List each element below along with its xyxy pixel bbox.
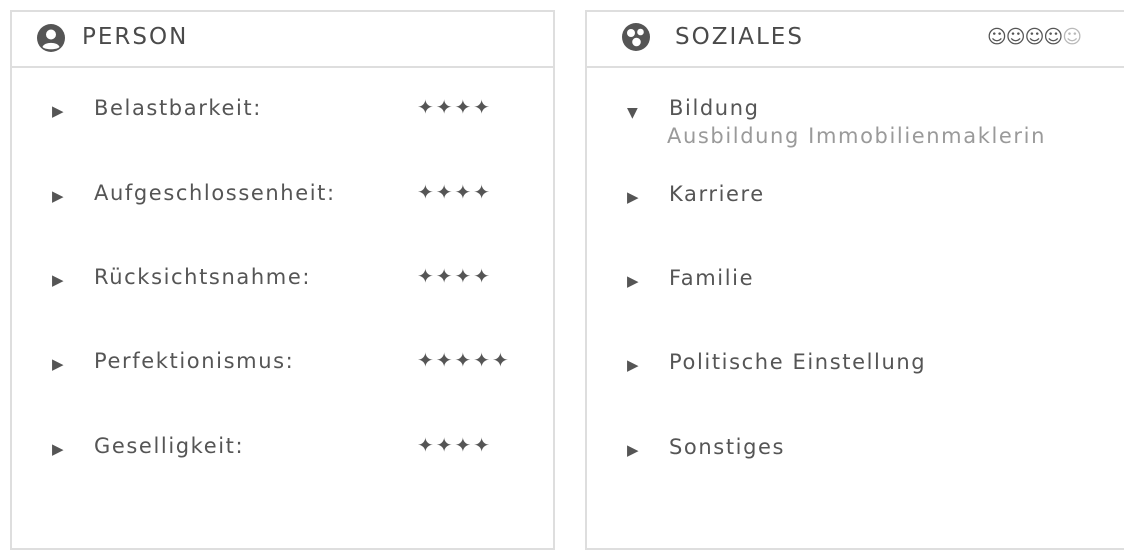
- trait-label: Aufgeschlossenheit:: [94, 181, 336, 205]
- expand-arrow-icon[interactable]: ▶: [52, 271, 64, 289]
- trait-star-rating: ✦✦✦✦: [417, 95, 493, 119]
- trait-star-rating: ✦✦✦✦: [417, 433, 493, 457]
- social-circles-icon: [622, 23, 650, 51]
- section-label: Sonstiges: [669, 435, 786, 459]
- trait-label: Rücksichtsnahme:: [94, 265, 312, 289]
- trait-label: Perfektionismus:: [94, 349, 295, 373]
- section-label: Bildung: [669, 96, 760, 120]
- section-detail-text: Ausbildung Immobilienmaklerin: [667, 124, 1047, 148]
- expand-arrow-icon[interactable]: ▶: [52, 440, 64, 458]
- collapse-arrow-icon[interactable]: ▼: [627, 105, 638, 121]
- expand-arrow-icon[interactable]: ▶: [627, 272, 639, 290]
- section-label: Karriere: [669, 182, 765, 206]
- person-panel-title: PERSON: [82, 24, 189, 50]
- trait-star-rating: ✦✦✦✦: [417, 264, 493, 288]
- expand-arrow-icon[interactable]: ▶: [627, 356, 639, 374]
- expand-arrow-icon[interactable]: ▶: [52, 355, 64, 373]
- expand-arrow-icon[interactable]: ▶: [627, 188, 639, 206]
- soziales-panel-title: SOZIALES: [675, 24, 804, 50]
- section-label: Familie: [669, 266, 755, 290]
- expand-arrow-icon[interactable]: ▶: [627, 441, 639, 459]
- trait-label: Belastbarkeit:: [94, 96, 262, 120]
- person-panel: PERSON ▶ Belastbarkeit: ✦✦✦✦ ▶ Aufgeschl…: [10, 10, 555, 550]
- social-smiley-rating: ☺☺☺☺☺: [987, 26, 1082, 48]
- soziales-panel-header: SOZIALES ☺☺☺☺☺: [587, 12, 1124, 68]
- trait-star-rating: ✦✦✦✦✦: [417, 348, 511, 372]
- section-label: Politische Einstellung: [669, 350, 927, 374]
- expand-arrow-icon[interactable]: ▶: [52, 102, 64, 120]
- expand-arrow-icon[interactable]: ▶: [52, 187, 64, 205]
- smiley-filled-icons: ☺☺☺☺: [987, 26, 1063, 48]
- soziales-panel: SOZIALES ☺☺☺☺☺ ▼ Bildung Ausbildung Immo…: [585, 10, 1124, 550]
- smiley-empty-icon: ☺: [1062, 26, 1082, 48]
- trait-label: Geselligkeit:: [94, 434, 245, 458]
- trait-star-rating: ✦✦✦✦: [417, 180, 493, 204]
- person-panel-header: PERSON: [12, 12, 553, 68]
- user-circle-icon: [37, 24, 65, 52]
